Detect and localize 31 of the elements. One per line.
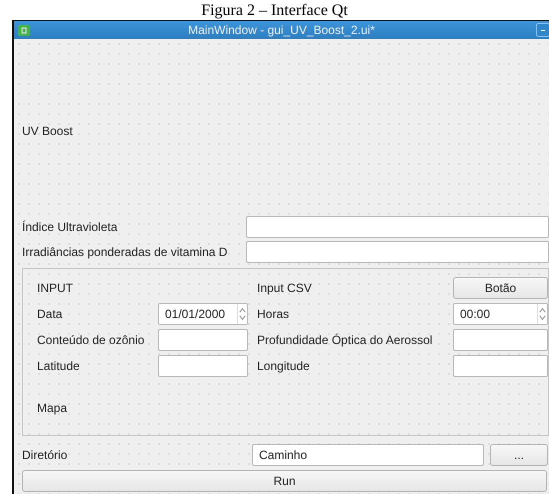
minimize-icon[interactable]	[536, 23, 549, 37]
spin-arrows-icon[interactable]	[537, 304, 547, 324]
spin-box[interactable]: 01/01/2000	[158, 303, 248, 325]
app-icon	[18, 24, 30, 36]
text-field[interactable]	[158, 355, 248, 377]
directory-field[interactable]: Caminho	[252, 444, 484, 466]
field-label: Latitude	[37, 359, 81, 373]
output-label: Irradiâncias ponderadas de vitamina D	[22, 244, 228, 258]
output-field[interactable]	[246, 216, 549, 238]
map-label: Mapa	[37, 401, 68, 415]
text-field[interactable]	[453, 329, 548, 351]
field-label: Longitude	[257, 359, 311, 373]
run-button[interactable]: Run	[22, 470, 547, 492]
text-field[interactable]	[158, 329, 248, 351]
output-field[interactable]	[246, 240, 549, 262]
csv-label: Input CSV	[257, 281, 313, 295]
field-label: Profundidade Óptica do Aerossol	[257, 333, 434, 347]
figure-caption: Figura 2 – Interface Qt	[201, 2, 348, 20]
field-label: Data	[37, 307, 64, 321]
directory-label: Diretório	[22, 448, 68, 462]
browse-button[interactable]: ...	[490, 444, 548, 466]
field-label: Conteúdo de ozônio	[37, 333, 146, 347]
heading-label: UV Boost	[22, 124, 73, 138]
output-label: Índice Ultravioleta	[22, 220, 118, 234]
window-title: MainWindow - gui_UV_Boost_2.ui*	[187, 23, 376, 37]
csv-button[interactable]: Botão	[453, 277, 548, 299]
spin-arrows-icon[interactable]	[237, 304, 247, 324]
group-title: INPUT	[37, 281, 74, 295]
field-label: Horas	[257, 307, 290, 321]
text-field[interactable]	[453, 355, 548, 377]
spin-box[interactable]: 00:00	[453, 303, 548, 325]
